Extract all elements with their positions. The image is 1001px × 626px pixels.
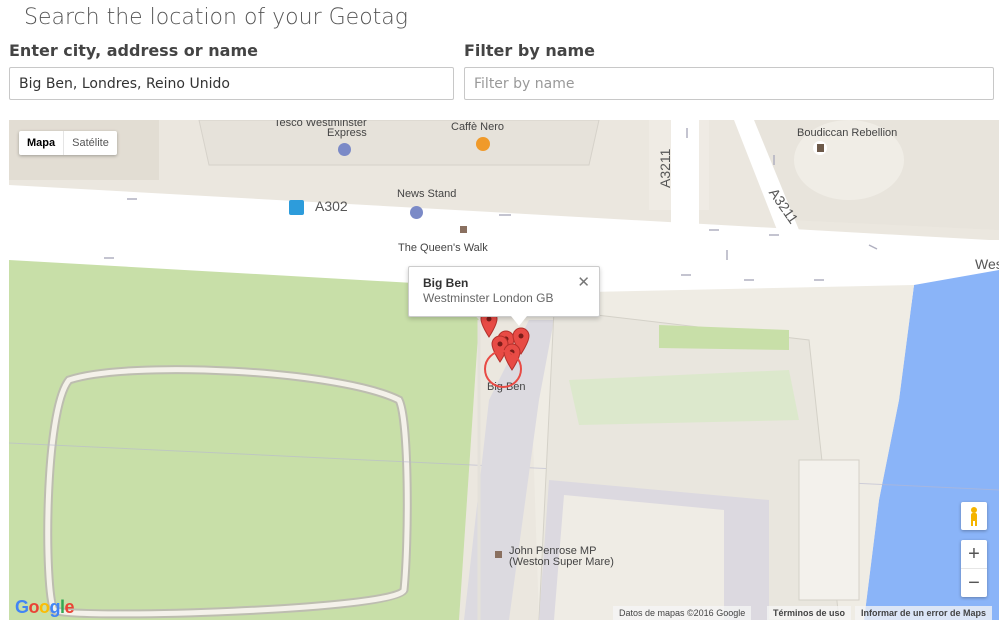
road-label-a3211-a: A3211	[657, 148, 673, 188]
shopping-bag-icon[interactable]	[410, 206, 423, 219]
google-logo: Google	[15, 597, 75, 617]
page-title: Search the location of your Geotag	[24, 5, 408, 30]
caffe-nero-label: Caffè Nero	[451, 121, 504, 133]
close-icon[interactable]: ✕	[577, 273, 590, 291]
filter-name-input[interactable]	[464, 67, 994, 100]
poi-square-icon	[495, 551, 502, 558]
map-type-satellite-button[interactable]: Satélite	[64, 131, 117, 155]
info-window-tail	[511, 316, 527, 326]
poi-square-icon	[460, 226, 467, 233]
info-window: Big Ben Westminster London GB ✕	[408, 266, 600, 326]
coffee-cup-icon[interactable]	[476, 137, 490, 151]
map-attribution: Datos de mapas ©2016 Google	[613, 606, 752, 620]
monument-icon[interactable]	[813, 141, 827, 155]
map-type-map-button[interactable]: Mapa	[19, 131, 65, 155]
info-window-address: Westminster London GB	[423, 291, 554, 305]
map-canvas[interactable]: Tesco Westminster Express Caffè Nero Bou…	[9, 120, 999, 620]
search-label: Enter city, address or name	[9, 41, 258, 60]
zoom-in-button[interactable]: +	[961, 540, 987, 568]
news-stand-label: News Stand	[397, 188, 457, 200]
selected-location-ring	[484, 350, 522, 388]
info-window-title: Big Ben	[423, 276, 469, 290]
road-label-a302: A302	[315, 198, 348, 214]
location-search-input[interactable]	[9, 67, 454, 100]
terms-link[interactable]: Términos de uso	[767, 606, 852, 620]
street-view-pegman-icon[interactable]	[961, 502, 987, 530]
bus-stop-icon[interactable]	[289, 200, 304, 215]
zoom-out-button[interactable]: −	[961, 569, 987, 597]
report-error-link[interactable]: Informar de un error de Maps	[855, 606, 993, 620]
filter-label: Filter by name	[464, 41, 596, 60]
shopping-bag-icon[interactable]	[338, 143, 351, 156]
road-label-west: Wes	[975, 256, 999, 272]
map-type-control: Mapa Satélite	[19, 131, 117, 155]
penrose-label-2: (Weston Super Mare)	[509, 556, 614, 568]
tesco-label-2: Express	[327, 127, 367, 139]
zoom-control: + −	[961, 540, 987, 597]
queens-walk-label: The Queen's Walk	[398, 242, 488, 254]
boudiccan-label: Boudiccan Rebellion	[797, 127, 898, 139]
